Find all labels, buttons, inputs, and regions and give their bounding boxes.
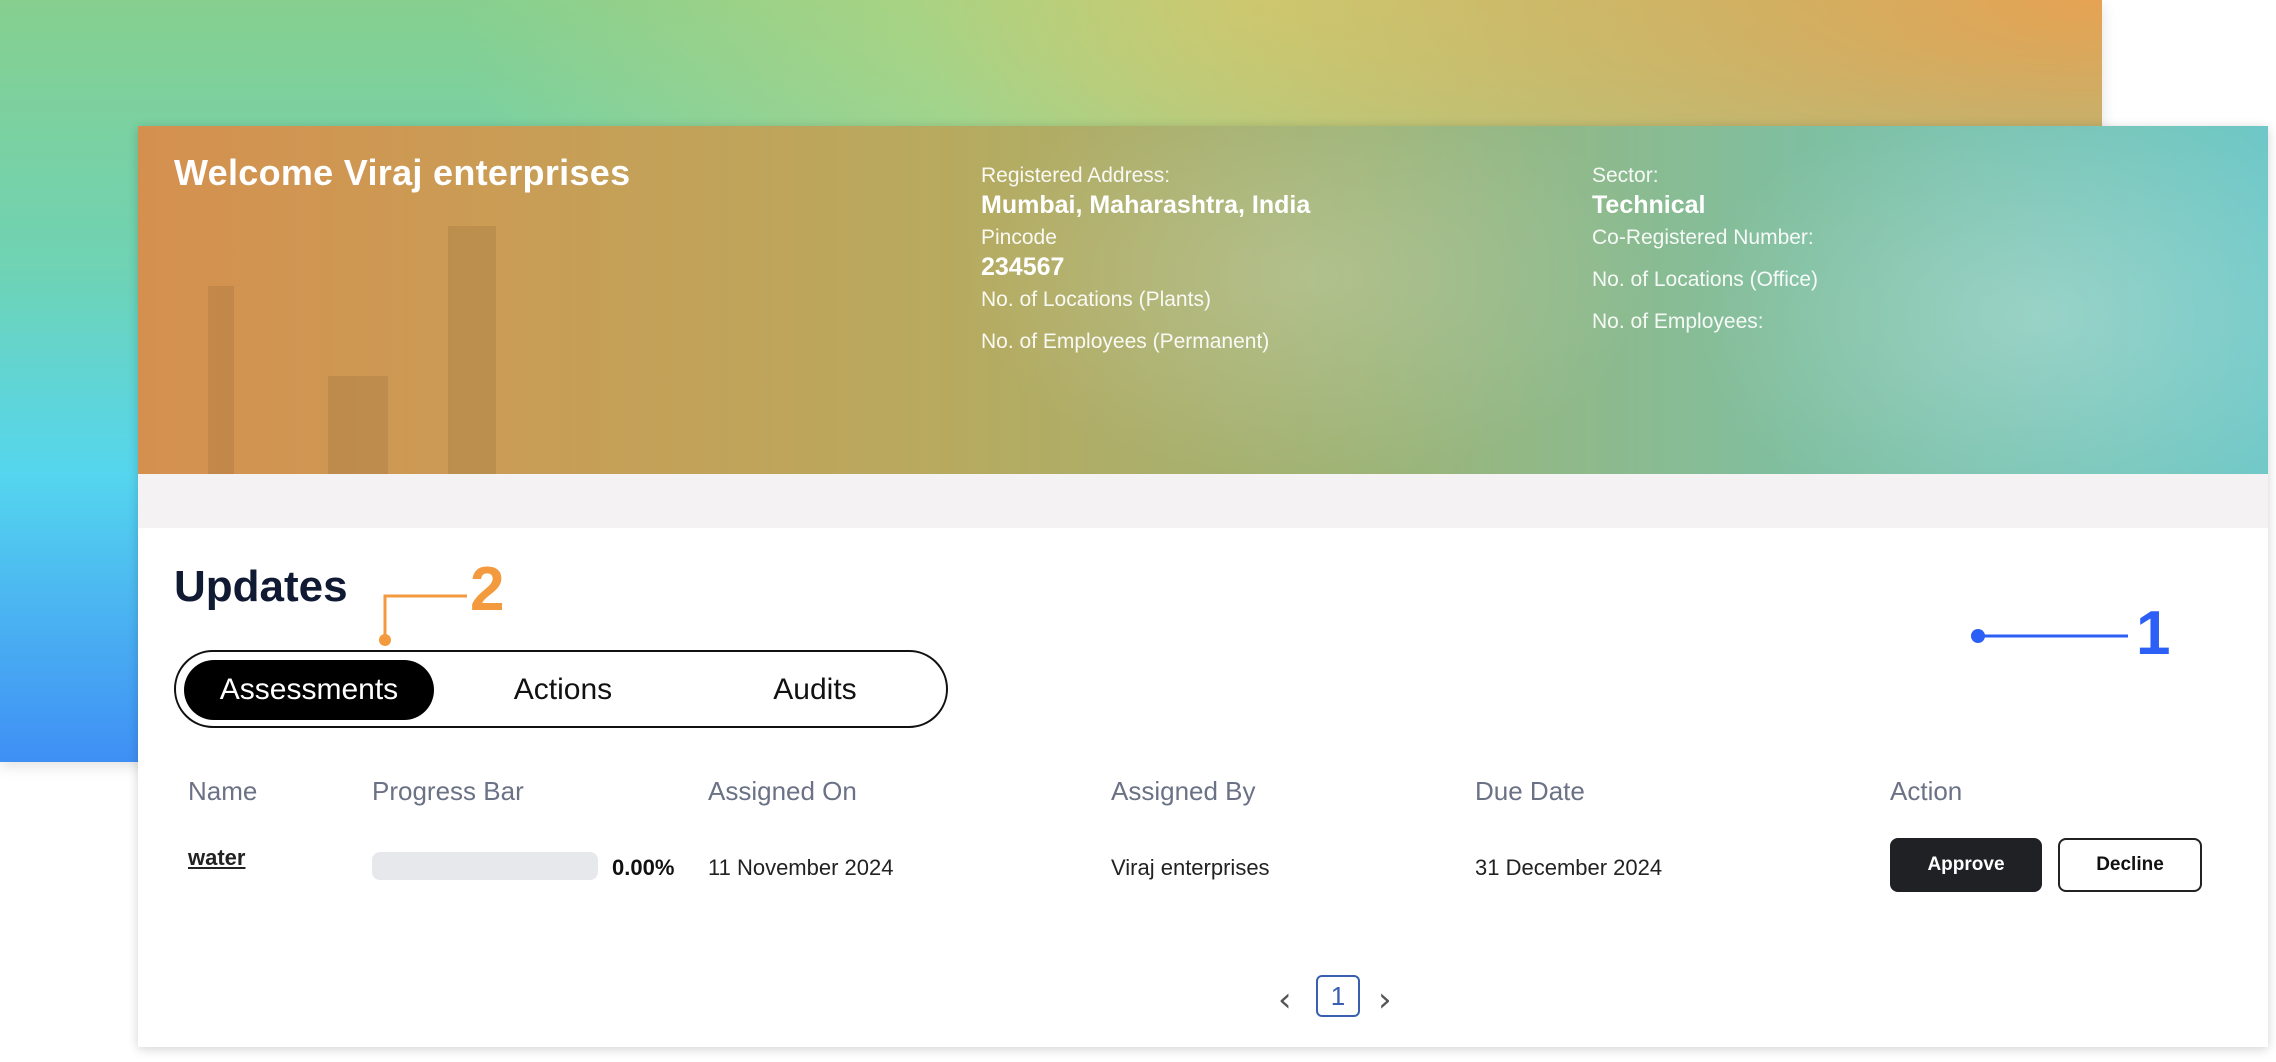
column-header-assigned-by: Assigned By bbox=[1111, 776, 1256, 806]
employees-permanent-label: No. of Employees (Permanent) bbox=[981, 330, 1270, 353]
approve-button[interactable]: Approve bbox=[1890, 838, 2042, 892]
section-divider bbox=[138, 474, 2268, 528]
hero-banner: Welcome Viraj enterprises Registered Add… bbox=[138, 126, 2268, 474]
updates-tab-bar: Assessments Actions Audits bbox=[174, 650, 948, 728]
locations-office-label: No. of Locations (Office) bbox=[1592, 268, 1819, 291]
tab-actions[interactable]: Actions bbox=[438, 660, 688, 720]
factory-chimney bbox=[448, 226, 496, 474]
tab-assessments[interactable]: Assessments bbox=[184, 660, 434, 720]
pagination-page-1[interactable]: 1 bbox=[1316, 975, 1360, 1017]
registered-address-value: Mumbai, Maharashtra, India bbox=[981, 191, 1311, 219]
factory-chimney bbox=[208, 286, 234, 474]
chevron-right-icon[interactable]: › bbox=[1378, 980, 1392, 1020]
progress-percentage: 0.00% bbox=[612, 855, 675, 880]
progress-bar bbox=[372, 852, 598, 880]
annotation-marker-2: 2 bbox=[470, 555, 505, 624]
employees-label: No. of Employees: bbox=[1592, 310, 1764, 333]
welcome-title: Welcome Viraj enterprises bbox=[174, 152, 631, 193]
assigned-on-value: 11 November 2024 bbox=[708, 855, 894, 880]
decline-button[interactable]: Decline bbox=[2058, 838, 2202, 892]
updates-heading: Updates bbox=[174, 562, 348, 611]
assessment-name-link[interactable]: water bbox=[188, 845, 245, 871]
company-info-column-2: Sector: Technical Co-Registered Number: … bbox=[1592, 164, 1818, 352]
factory-chimney bbox=[328, 376, 388, 474]
sector-value: Technical bbox=[1592, 191, 1706, 219]
annotation-2-connector bbox=[379, 594, 467, 646]
dashboard-panel: Welcome Viraj enterprises Registered Add… bbox=[138, 126, 2268, 1047]
annotation-1-connector bbox=[1971, 629, 2128, 643]
co-registered-number-label: Co-Registered Number: bbox=[1592, 226, 1814, 249]
annotation-marker-1: 1 bbox=[2136, 599, 2171, 668]
tab-audits[interactable]: Audits bbox=[690, 660, 940, 720]
due-date-value: 31 December 2024 bbox=[1475, 855, 1663, 880]
company-info-column-1: Registered Address: Mumbai, Maharashtra,… bbox=[981, 164, 1310, 372]
pincode-value: 234567 bbox=[981, 253, 1065, 281]
chevron-left-icon[interactable]: ‹ bbox=[1278, 980, 1292, 1020]
column-header-action: Action bbox=[1890, 776, 1963, 806]
column-header-assigned-on: Assigned On bbox=[708, 776, 857, 806]
assigned-by-value: Viraj enterprises bbox=[1111, 855, 1270, 880]
locations-plants-label: No. of Locations (Plants) bbox=[981, 288, 1211, 311]
column-header-name: Name bbox=[188, 776, 258, 806]
column-header-progress: Progress Bar bbox=[372, 776, 524, 806]
column-header-due-date: Due Date bbox=[1475, 776, 1585, 806]
